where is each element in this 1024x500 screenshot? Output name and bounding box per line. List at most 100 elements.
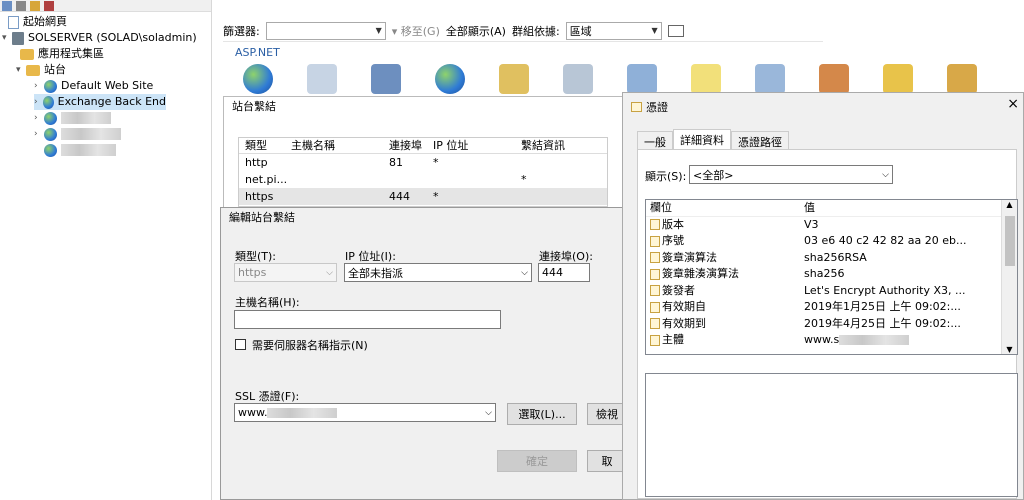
tree-sites[interactable]: ▾ 站台 [16, 62, 66, 78]
table-row[interactable]: net.pi... * [239, 171, 607, 188]
tree-site-hidden-2[interactable]: › [34, 126, 121, 142]
feature-session-icon[interactable] [755, 64, 785, 94]
field-icon [650, 268, 660, 280]
tree-server[interactable]: ▾ SOLSERVER (SOLAD\soladmin) [2, 30, 197, 46]
chevron-down-icon: ⌵ [326, 267, 333, 278]
select-cert-button[interactable]: 選取(L)... [507, 403, 577, 425]
tab-general[interactable]: 一般 [637, 131, 673, 149]
globe-icon [42, 95, 54, 109]
show-label: 顯示(S): [645, 170, 687, 183]
collapse-icon[interactable]: ▾ [16, 62, 26, 78]
field-icon [650, 235, 660, 247]
field-detail-box[interactable] [645, 373, 1018, 497]
feature-users-icon[interactable] [371, 64, 401, 94]
redacted-text [61, 144, 116, 156]
feature-profile-icon[interactable] [947, 64, 977, 94]
list-item[interactable]: 有效期自 2019年1月25日 上午 09:02:... [646, 299, 1017, 316]
filter-input[interactable]: ▼ [265, 21, 386, 40]
connect-icon[interactable] [2, 1, 12, 11]
col-type[interactable]: 類型 [239, 138, 285, 153]
chevron-down-icon: ⌵ [485, 407, 492, 418]
feature-trust-icon[interactable] [435, 64, 465, 94]
list-scrollbar[interactable]: ▲ ▼ [1001, 200, 1017, 354]
field-icon [650, 252, 660, 264]
tree-app-pools[interactable]: 應用程式集區 [20, 46, 104, 62]
ok-button[interactable]: 確定 [497, 450, 577, 472]
feature-machine-key-icon[interactable] [499, 64, 529, 94]
table-row[interactable]: https 444 * [239, 188, 607, 205]
port-label: 連接埠(O): [539, 250, 593, 263]
feature-net-globalization-icon[interactable] [243, 64, 273, 94]
tree-default-web-site[interactable]: › Default Web Site [34, 78, 153, 94]
scroll-up-icon[interactable]: ▲ [1002, 200, 1017, 209]
list-item[interactable]: 簽發者 Let's Encrypt Authority X3, ... [646, 283, 1017, 300]
expand-icon[interactable]: › [34, 94, 43, 110]
tree-exchange-back-end[interactable]: › Exchange Back End [34, 94, 166, 110]
group-by-label: 群組依據: [511, 24, 560, 38]
view-cert-button[interactable]: 檢視 [587, 403, 627, 425]
save-icon[interactable] [16, 1, 26, 11]
app-pool-icon [20, 48, 34, 60]
list-item[interactable]: 主體 www.s [646, 332, 1017, 349]
tree-site-hidden-3[interactable] [44, 142, 116, 158]
globe-icon [44, 79, 57, 93]
list-item[interactable]: 簽章演算法 sha256RSA [646, 250, 1017, 267]
redacted-text [839, 335, 910, 345]
ssl-label: SSL 憑證(F): [235, 390, 300, 403]
type-label: 類型(T): [235, 250, 277, 263]
sni-checkbox[interactable] [235, 339, 246, 350]
show-select[interactable]: <全部> ⌵ [689, 165, 893, 184]
server-icon [12, 31, 24, 45]
col-binding-info[interactable]: 繫結資訊 [515, 138, 605, 153]
port-input[interactable]: 444 [538, 263, 590, 282]
col-port[interactable]: 連接埠 [383, 138, 427, 153]
ssl-cert-select[interactable]: www. ⌵ [234, 403, 496, 422]
list-item[interactable]: 有效期到 2019年4月25日 上午 09:02:... [646, 316, 1017, 333]
scroll-down-icon[interactable]: ▼ [1002, 345, 1017, 354]
host-input[interactable] [234, 310, 501, 329]
host-label: 主機名稱(H): [235, 296, 300, 309]
ip-label: IP 位址(I): [345, 250, 396, 263]
redacted-text [267, 408, 338, 418]
list-item[interactable]: 序號 03 e6 40 c2 42 82 aa 20 eb... [646, 233, 1017, 250]
filter-bar: 篩選器: ▼ ▾ 移至(G) 全部顯示(A) 群組依據: 區域 ▼ [223, 20, 823, 42]
cert-fields-list: 欄位 值 版本 V3 序號 03 e6 40 c2 42 82 aa 20 eb..… [645, 199, 1018, 355]
list-item[interactable]: 簽章雜湊演算法 sha256 [646, 266, 1017, 283]
up-icon[interactable] [30, 1, 40, 11]
feature-providers-icon[interactable] [627, 64, 657, 94]
section-aspnet-header: ASP.NET [235, 46, 280, 59]
disconnect-icon[interactable] [44, 1, 54, 11]
tab-details[interactable]: 詳細資料 [673, 129, 731, 149]
col-host[interactable]: 主機名稱 [285, 138, 383, 153]
close-icon[interactable]: × [1007, 96, 1019, 112]
group-by-select[interactable]: 區域 ▼ [565, 21, 662, 40]
col-field[interactable]: 欄位 [646, 200, 796, 216]
collapse-icon[interactable]: ▾ [2, 30, 12, 46]
expand-icon[interactable]: › [34, 126, 44, 142]
col-ip[interactable]: IP 位址 [427, 138, 515, 153]
cancel-button[interactable]: 取 [587, 450, 627, 472]
feature-roles-icon[interactable] [819, 64, 849, 94]
go-button[interactable]: ▾ 移至(G) [392, 23, 440, 39]
filter-label: 篩選器: [223, 24, 260, 38]
expand-icon[interactable]: › [34, 78, 44, 94]
feature-authorization-icon[interactable] [307, 64, 337, 94]
feature-error-pages-icon[interactable] [691, 64, 721, 94]
list-item[interactable]: 版本 V3 [646, 217, 1017, 234]
scroll-thumb[interactable] [1005, 216, 1015, 266]
type-select[interactable]: https ⌵ [234, 263, 337, 282]
ip-select[interactable]: 全部未指派 ⌵ [344, 263, 532, 282]
tab-cert-path[interactable]: 憑證路徑 [731, 131, 789, 149]
bindings-header: 類型 主機名稱 連接埠 IP 位址 繫結資訊 [239, 138, 607, 154]
feature-app-settings-icon[interactable] [883, 64, 913, 94]
view-toggle-icon[interactable] [667, 24, 684, 37]
show-all-button[interactable]: 全部顯示(A) [446, 23, 506, 39]
expand-icon[interactable]: › [34, 110, 44, 126]
certificate-title-bar: 憑證 [631, 99, 668, 115]
table-row[interactable]: http 81 * [239, 154, 607, 171]
sites-folder-icon [26, 64, 40, 76]
col-value[interactable]: 值 [796, 200, 996, 216]
feature-pages-icon[interactable] [563, 64, 593, 94]
tree-start-page[interactable]: 起始網頁 [8, 14, 67, 30]
tree-site-hidden-1[interactable]: › [34, 110, 111, 126]
